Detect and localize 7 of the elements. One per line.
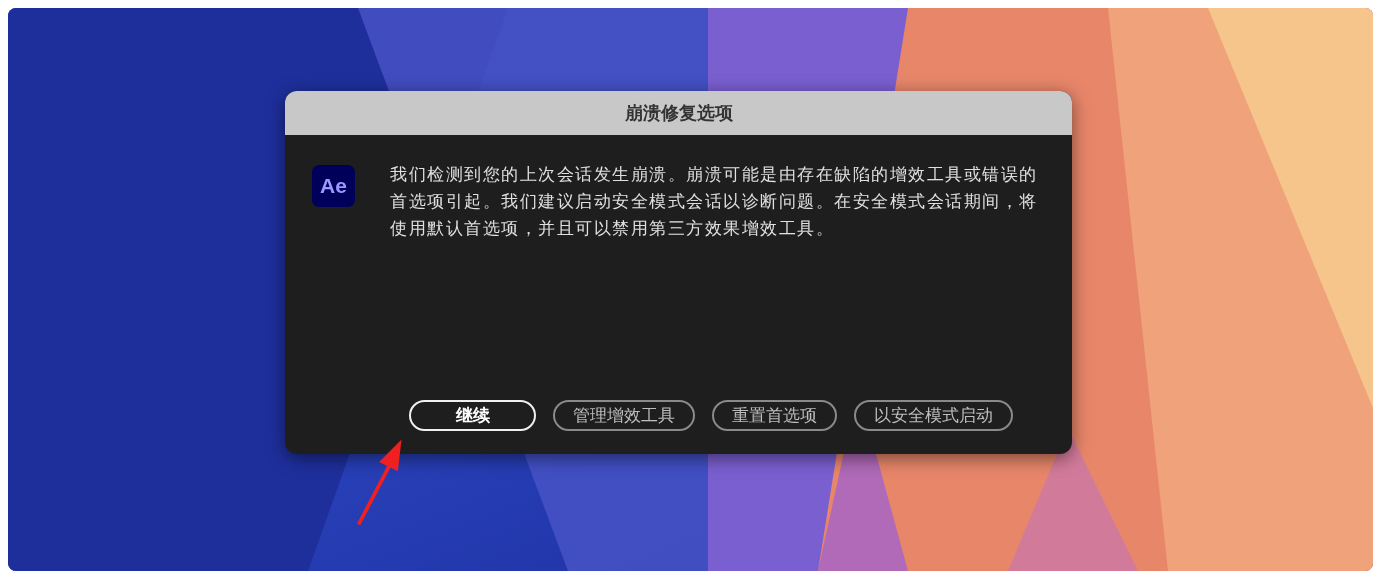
- dialog-button[interactable]: 管理增效工具: [553, 400, 695, 431]
- dialog-button[interactable]: 重置首选项: [712, 400, 837, 431]
- dialog-button[interactable]: 以安全模式启动: [854, 400, 1013, 431]
- app-icon: Ae: [312, 165, 355, 207]
- window-title: 崩溃修复选项: [624, 101, 733, 125]
- message-text: 我们检测到您的上次会话发生崩溃。崩溃可能是由存在缺陷的增效工具或错误的首选项引起。我们建议启动安全模式会话以诊断问题。在安全模式会话期间，将使用默认首选项，并且可以禁用第三方效果增效工具。: [390, 163, 1039, 240]
- dialog-button[interactable]: 继续: [409, 400, 536, 431]
